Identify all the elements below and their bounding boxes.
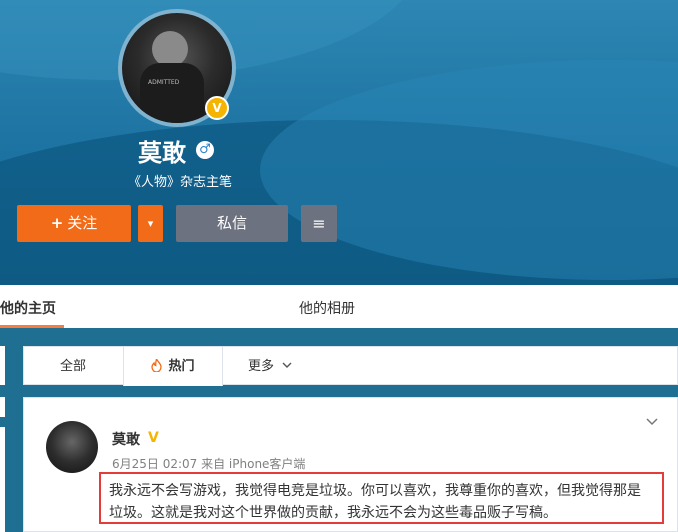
avatar-figure-body bbox=[140, 63, 204, 123]
tab-home[interactable]: 他的主页 bbox=[0, 298, 56, 318]
more-menu-button[interactable]: ≡ bbox=[301, 205, 337, 242]
left-column-edge bbox=[0, 427, 5, 532]
filter-more-tab[interactable]: 更多 bbox=[248, 347, 292, 386]
chevron-down-icon: ▾ bbox=[147, 217, 154, 230]
flame-icon bbox=[151, 357, 163, 373]
feed-filter-bar: 全部 热门 更多 bbox=[23, 346, 678, 386]
profile-subtitle: 《人物》杂志主笔 bbox=[128, 175, 233, 190]
filter-hot-label: 热门 bbox=[168, 359, 195, 374]
feed-post-card: 莫敢 V 6月25日 02:07 来自 iPhone客户端 我永远不会写游戏，我… bbox=[23, 397, 678, 532]
verified-icon: V bbox=[148, 430, 159, 446]
avatar-shirt-text: ADMITTED bbox=[148, 79, 180, 86]
left-column-edge bbox=[0, 346, 5, 385]
post-time-source[interactable]: 6月25日 02:07 来自 iPhone客户端 bbox=[112, 455, 305, 472]
message-button[interactable]: 私信 bbox=[176, 205, 288, 242]
follow-button[interactable]: + 关注 bbox=[17, 205, 131, 242]
verified-badge-icon: V bbox=[205, 96, 229, 120]
profile-name: 莫敢 bbox=[138, 139, 186, 167]
post-author-name[interactable]: 莫敢 bbox=[112, 429, 140, 449]
post-text-highlighted: 我永远不会写游戏，我觉得电竞是垃圾。你可以喜欢，我尊重你的喜欢，但我觉得那是垃圾… bbox=[99, 472, 664, 524]
post-menu-chevron-icon[interactable] bbox=[646, 416, 658, 428]
active-tab-indicator bbox=[0, 325, 64, 328]
male-gender-icon: ♂ bbox=[196, 141, 214, 159]
plus-icon: + bbox=[50, 214, 64, 232]
filter-more-label: 更多 bbox=[248, 359, 275, 374]
profile-cover: ADMITTED V 莫敢 ♂ 《人物》杂志主笔 + 关注 ▾ 私信 ≡ bbox=[0, 0, 678, 285]
chevron-down-icon bbox=[282, 362, 292, 368]
follow-dropdown-button[interactable]: ▾ bbox=[138, 205, 163, 242]
left-column-edge bbox=[0, 397, 5, 417]
tab-album[interactable]: 他的相册 bbox=[299, 298, 355, 318]
follow-label: 关注 bbox=[67, 214, 98, 232]
avatar-figure bbox=[152, 31, 188, 67]
post-author-avatar[interactable] bbox=[46, 421, 98, 473]
filter-all-tab[interactable]: 全部 bbox=[60, 347, 86, 386]
profile-tabs: 他的主页 他的相册 bbox=[0, 285, 678, 328]
hamburger-icon: ≡ bbox=[312, 214, 326, 233]
filter-hot-tab[interactable]: 热门 bbox=[123, 347, 223, 386]
